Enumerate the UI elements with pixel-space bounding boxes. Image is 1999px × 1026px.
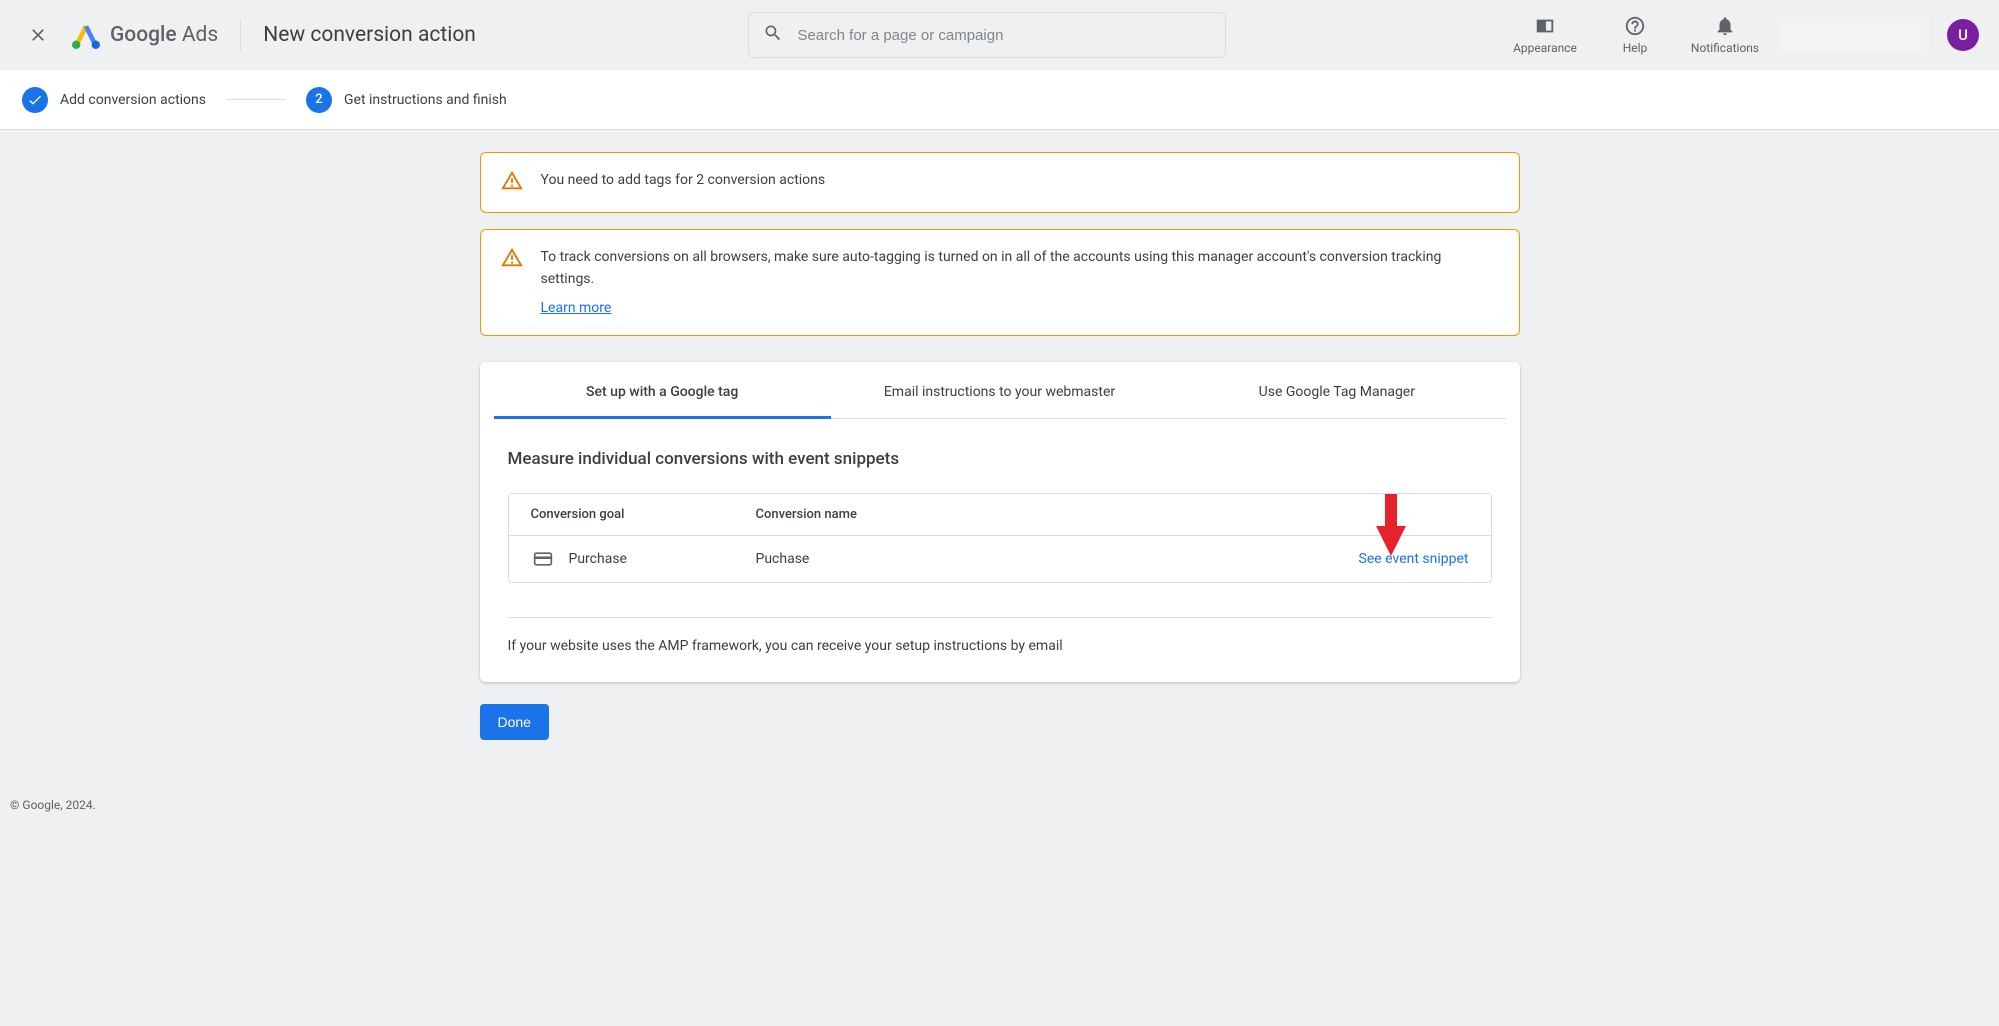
logo-block: Google Ads — [72, 21, 218, 49]
alert-message: You need to add tags for 2 conversion ac… — [541, 169, 826, 191]
warning-icon — [501, 247, 523, 273]
header-divider — [240, 19, 241, 51]
help-label: Help — [1623, 41, 1648, 55]
done-button[interactable]: Done — [480, 704, 549, 740]
card-body: Measure individual conversions with even… — [480, 419, 1520, 618]
search-icon — [763, 23, 783, 47]
stepper-bar: Add conversion actions 2 Get instruction… — [0, 70, 1999, 130]
main-content: You need to add tags for 2 conversion ac… — [480, 152, 1520, 780]
step-2[interactable]: 2 Get instructions and finish — [306, 87, 507, 113]
section-title: Measure individual conversions with even… — [508, 449, 1492, 469]
setup-card: Set up with a Google tag Email instructi… — [480, 362, 1520, 682]
tab-email-instructions[interactable]: Email instructions to your webmaster — [831, 362, 1168, 418]
appearance-label: Appearance — [1513, 41, 1577, 55]
step-2-label: Get instructions and finish — [344, 92, 507, 108]
col-header-name: Conversion name — [756, 507, 1299, 522]
account-info-redacted — [1779, 17, 1929, 53]
conversions-table: Conversion goal Conversion name Purchase… — [508, 493, 1492, 583]
logo-text: Google Ads — [110, 23, 218, 47]
step-1[interactable]: Add conversion actions — [22, 87, 206, 113]
table-row: Purchase Puchase See event snippet — [509, 536, 1491, 582]
tab-google-tag[interactable]: Set up with a Google tag — [494, 362, 831, 418]
tabs: Set up with a Google tag Email instructi… — [494, 362, 1506, 419]
step-1-label: Add conversion actions — [60, 92, 206, 108]
table-header: Conversion goal Conversion name — [509, 494, 1491, 536]
cell-action: See event snippet — [1299, 551, 1469, 567]
notifications-button[interactable]: Notifications — [1689, 15, 1761, 55]
google-ads-logo-icon — [72, 21, 100, 49]
learn-more-link[interactable]: Learn more — [541, 297, 612, 319]
search-input[interactable] — [797, 27, 1211, 44]
step-2-badge: 2 — [306, 87, 332, 113]
see-event-snippet-link[interactable]: See event snippet — [1359, 551, 1469, 567]
warning-icon — [501, 170, 523, 196]
help-icon — [1624, 15, 1646, 37]
footer-copyright: © Google, 2024. — [0, 780, 1999, 830]
search-wrap — [484, 12, 1491, 58]
page-title: New conversion action — [263, 23, 476, 47]
step-connector — [226, 99, 286, 100]
help-button[interactable]: Help — [1599, 15, 1671, 55]
appearance-button[interactable]: Appearance — [1509, 15, 1581, 55]
notifications-label: Notifications — [1691, 41, 1759, 55]
alert-tags-needed: You need to add tags for 2 conversion ac… — [480, 152, 1520, 213]
col-header-goal: Conversion goal — [531, 507, 756, 522]
bell-icon — [1714, 15, 1736, 37]
search-box[interactable] — [748, 12, 1226, 58]
header-right: Appearance Help Notifications U — [1509, 15, 1979, 55]
tab-google-tag-manager[interactable]: Use Google Tag Manager — [1168, 362, 1505, 418]
alert-auto-tagging: To track conversions on all browsers, ma… — [480, 229, 1520, 336]
alert-message: To track conversions on all browsers, ma… — [541, 246, 1499, 319]
amp-note: If your website uses the AMP framework, … — [480, 638, 1520, 654]
step-1-badge-check-icon — [22, 87, 48, 113]
user-avatar[interactable]: U — [1947, 19, 1979, 51]
close-button[interactable] — [20, 17, 56, 53]
cell-goal: Purchase — [531, 549, 756, 569]
cell-name: Puchase — [756, 551, 1299, 567]
divider — [508, 617, 1492, 618]
purchase-icon — [531, 549, 555, 569]
app-header: Google Ads New conversion action Appeara… — [0, 0, 1999, 70]
close-icon — [28, 25, 48, 45]
appearance-icon — [1534, 15, 1556, 37]
